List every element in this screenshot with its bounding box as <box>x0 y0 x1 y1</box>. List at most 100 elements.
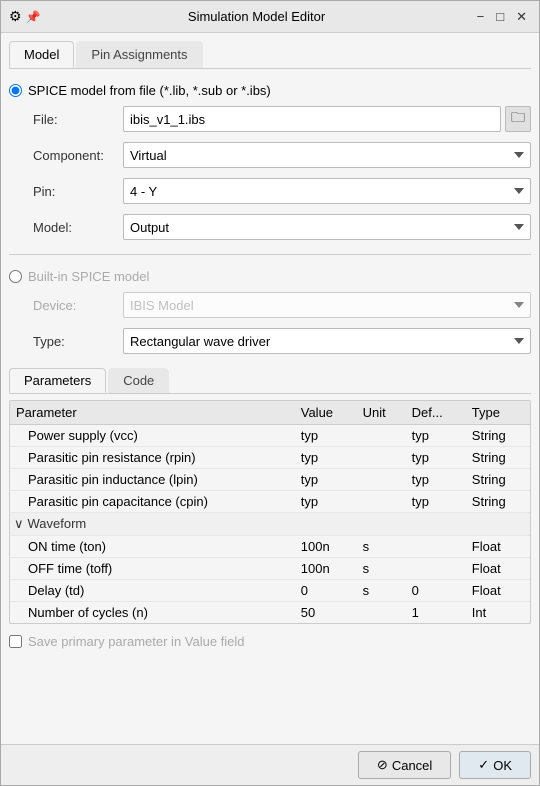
table-row: Parasitic pin resistance (rpin)typtypStr… <box>10 447 530 469</box>
table-cell: Number of cycles (n) <box>10 602 295 624</box>
model-row: Model: Output <box>9 214 531 240</box>
col-parameter: Parameter <box>10 401 295 425</box>
inner-tab-code[interactable]: Code <box>108 368 169 393</box>
file-label: File: <box>33 112 123 127</box>
maximize-button[interactable]: □ <box>492 8 508 25</box>
builtin-spice-radio-group: Built-in SPICE model <box>9 265 531 286</box>
title-bar-left: ⚙ 📌 <box>9 8 41 25</box>
table-cell: Parasitic pin inductance (lpin) <box>10 469 295 491</box>
file-control-wrap: 🗀 <box>123 106 531 132</box>
table-row: Number of cycles (n)50 1Int <box>10 602 530 624</box>
type-control-wrap: Rectangular wave driver <box>123 328 531 354</box>
table-cell: typ <box>295 469 357 491</box>
table-cell: typ <box>406 491 466 513</box>
main-tabs: Model Pin Assignments <box>9 41 531 69</box>
table-cell: s <box>357 558 406 580</box>
title-bar: ⚙ 📌 Simulation Model Editor − □ ✕ <box>1 1 539 33</box>
table-cell: 0 <box>406 580 466 602</box>
save-primary-checkbox[interactable] <box>9 635 22 648</box>
table-row: Parasitic pin capacitance (cpin)typtypSt… <box>10 491 530 513</box>
spice-from-file-radio[interactable] <box>9 84 22 97</box>
table-cell: Float <box>466 558 530 580</box>
pin-label: Pin: <box>33 184 123 199</box>
save-primary-label: Save primary parameter in Value field <box>28 634 245 649</box>
table-cell <box>406 558 466 580</box>
type-label: Type: <box>33 334 123 349</box>
spice-from-file-label: SPICE model from file (*.lib, *.sub or *… <box>28 83 271 98</box>
device-label: Device: <box>33 298 123 313</box>
spice-from-file-radio-group: SPICE model from file (*.lib, *.sub or *… <box>9 79 531 100</box>
table-cell: typ <box>295 447 357 469</box>
table-cell <box>357 491 406 513</box>
tab-pin-assignments[interactable]: Pin Assignments <box>76 41 202 68</box>
group-label: ∨Waveform <box>10 513 530 536</box>
close-button[interactable]: ✕ <box>512 8 531 26</box>
type-row: Type: Rectangular wave driver <box>9 328 531 354</box>
minimize-button[interactable]: − <box>473 8 489 25</box>
table-cell: 0 <box>295 580 357 602</box>
table-cell: String <box>466 491 530 513</box>
parameters-table: Parameter Value Unit Def... Type Power s… <box>10 401 530 623</box>
inner-tabs: Parameters Code <box>9 368 531 394</box>
device-row: Device: IBIS Model <box>9 292 531 318</box>
file-browse-button[interactable]: 🗀 <box>505 106 531 132</box>
table-row: OFF time (toff)100nsFloat <box>10 558 530 580</box>
table-row: Parasitic pin inductance (lpin)typtypStr… <box>10 469 530 491</box>
divider-1 <box>9 254 531 255</box>
tab-model[interactable]: Model <box>9 41 74 68</box>
parameters-table-wrap: Parameter Value Unit Def... Type Power s… <box>9 400 531 624</box>
pin-select[interactable]: 4 - Y <box>123 178 531 204</box>
model-select[interactable]: Output <box>123 214 531 240</box>
table-cell <box>357 602 406 624</box>
table-cell: 100n <box>295 536 357 558</box>
table-cell: typ <box>406 425 466 447</box>
table-cell: Float <box>466 536 530 558</box>
table-cell: 1 <box>406 602 466 624</box>
cancel-label: Cancel <box>392 758 432 773</box>
col-value: Value <box>295 401 357 425</box>
table-cell <box>406 536 466 558</box>
table-cell: typ <box>295 425 357 447</box>
table-cell <box>357 425 406 447</box>
ok-icon: ✓ <box>478 757 489 773</box>
window-content: Model Pin Assignments SPICE model from f… <box>1 33 539 744</box>
ok-button[interactable]: ✓ OK <box>459 751 531 779</box>
table-cell: ON time (ton) <box>10 536 295 558</box>
component-label: Component: <box>33 148 123 163</box>
device-select[interactable]: IBIS Model <box>123 292 531 318</box>
component-control-wrap: Virtual <box>123 142 531 168</box>
device-control-wrap: IBIS Model <box>123 292 531 318</box>
chevron-down-icon: ∨ <box>14 516 24 531</box>
table-body: Power supply (vcc)typtypStringParasitic … <box>10 425 530 624</box>
table-cell: Int <box>466 602 530 624</box>
col-unit: Unit <box>357 401 406 425</box>
table-cell: String <box>466 425 530 447</box>
table-cell <box>357 447 406 469</box>
table-header-row: Parameter Value Unit Def... Type <box>10 401 530 425</box>
table-cell: typ <box>295 491 357 513</box>
model-label: Model: <box>33 220 123 235</box>
cancel-button[interactable]: ⊘ Cancel <box>358 751 451 779</box>
table-cell: Delay (td) <box>10 580 295 602</box>
table-cell: typ <box>406 447 466 469</box>
button-row: ⊘ Cancel ✓ OK <box>1 744 539 785</box>
component-row: Component: Virtual <box>9 142 531 168</box>
component-select[interactable]: Virtual <box>123 142 531 168</box>
table-group-row: ∨Waveform <box>10 513 530 536</box>
inner-tab-parameters[interactable]: Parameters <box>9 368 106 393</box>
table-cell: Float <box>466 580 530 602</box>
table-row: Power supply (vcc)typtypString <box>10 425 530 447</box>
model-control-wrap: Output <box>123 214 531 240</box>
builtin-spice-radio[interactable] <box>9 270 22 283</box>
col-type: Type <box>466 401 530 425</box>
folder-icon: 🗀 <box>511 107 525 131</box>
type-select[interactable]: Rectangular wave driver <box>123 328 531 354</box>
file-input[interactable] <box>123 106 501 132</box>
app-icon: ⚙ <box>9 8 22 25</box>
table-cell: s <box>357 580 406 602</box>
table-cell: OFF time (toff) <box>10 558 295 580</box>
pin-assignments-icon: 📌 <box>26 10 41 24</box>
table-cell: 50 <box>295 602 357 624</box>
table-cell: Power supply (vcc) <box>10 425 295 447</box>
simulation-model-editor-window: ⚙ 📌 Simulation Model Editor − □ ✕ Model … <box>0 0 540 786</box>
